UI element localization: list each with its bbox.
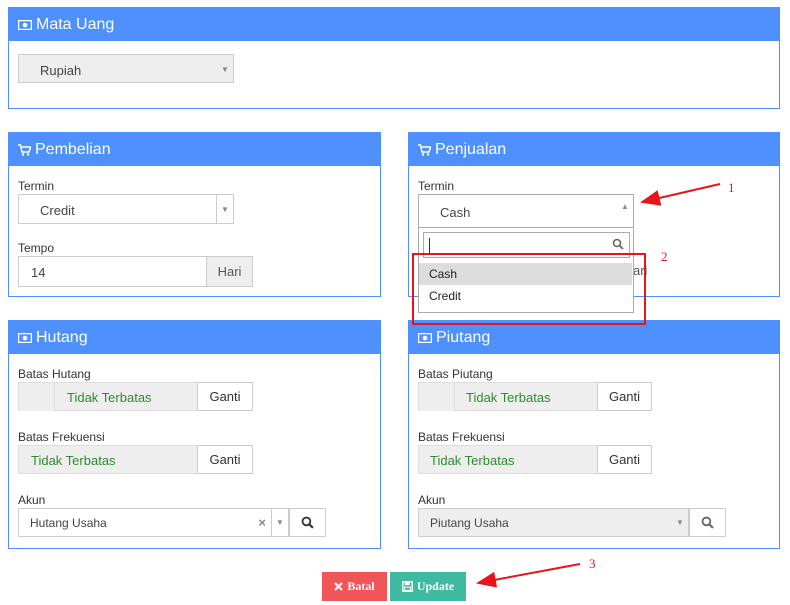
- tempo-input[interactable]: 14: [18, 256, 207, 287]
- hutang-akun-select[interactable]: Hutang Usaha × ▼: [18, 508, 289, 537]
- hutang-title: Hutang: [36, 329, 88, 346]
- batas-piutang-label: Batas Piutang: [418, 367, 493, 381]
- batal-button-label: Batal: [347, 579, 375, 593]
- clear-icon[interactable]: ×: [258, 515, 266, 530]
- chevron-down-icon: ▼: [221, 204, 229, 214]
- piutang-akun-value: Piutang Usaha: [430, 516, 509, 530]
- money-icon: [18, 332, 32, 343]
- annotation-number-3: 3: [589, 556, 596, 571]
- search-icon: [701, 516, 714, 529]
- hutang-akun-label: Akun: [18, 493, 46, 507]
- penjualan-termin-select[interactable]: Cash ▲: [418, 194, 634, 228]
- search-icon: [612, 238, 624, 253]
- pembelian-title: Pembelian: [35, 141, 111, 158]
- currency-select[interactable]: Rupiah ▼: [18, 54, 234, 83]
- annotation-arrow-3: [476, 563, 581, 588]
- piutang-frekuensi-label: Batas Frekuensi: [418, 430, 505, 444]
- hutang-frekuensi-value: Tidak Terbatas: [31, 453, 116, 468]
- text-caret: [429, 238, 430, 253]
- money-icon: [418, 332, 432, 343]
- batas-piutang-ganti-button[interactable]: Ganti: [597, 382, 652, 411]
- mata-uang-title: Mata Uang: [36, 16, 115, 33]
- chevron-down-icon: ▼: [221, 64, 229, 74]
- penjualan-termin-value: Cash: [440, 205, 471, 220]
- batas-hutang-value: Tidak Terbatas: [67, 390, 152, 405]
- money-icon: [18, 19, 32, 30]
- batas-piutang-field: Tidak Terbatas: [418, 382, 598, 411]
- batal-button[interactable]: Batal: [322, 572, 387, 601]
- piutang-akun-select[interactable]: Piutang Usaha ▼: [418, 508, 689, 537]
- penjualan-termin-label: Termin: [418, 179, 455, 193]
- hutang-frekuensi-field: Tidak Terbatas: [18, 445, 198, 474]
- piutang-akun-label: Akun: [418, 493, 446, 507]
- piutang-frekuensi-value: Tidak Terbatas: [430, 453, 515, 468]
- penjualan-header: Penjualan: [409, 133, 779, 166]
- batas-piutang-prefix: [419, 383, 455, 411]
- penjualan-title: Penjualan: [435, 141, 507, 158]
- batas-piutang-value: Tidak Terbatas: [466, 390, 551, 405]
- update-button[interactable]: Update: [390, 572, 466, 601]
- tempo-label: Tempo: [18, 241, 55, 255]
- chevron-up-icon: ▲: [621, 201, 629, 211]
- hutang-akun-search-button[interactable]: [289, 508, 326, 537]
- annotation-number-2: 2: [661, 249, 668, 264]
- tempo-unit-addon: Hari: [206, 256, 253, 287]
- update-button-label: Update: [416, 579, 455, 593]
- hutang-frekuensi-label: Batas Frekuensi: [18, 430, 105, 444]
- chevron-down-icon: ▼: [676, 517, 684, 527]
- tempo-value: 14: [31, 265, 46, 280]
- piutang-frekuensi-ganti-button[interactable]: Ganti: [597, 445, 652, 474]
- hutang-frekuensi-ganti-button[interactable]: Ganti: [197, 445, 253, 474]
- times-icon: [334, 582, 344, 591]
- hutang-akun-value: Hutang Usaha: [30, 516, 107, 530]
- piutang-frekuensi-field: Tidak Terbatas: [418, 445, 598, 474]
- cart-icon: [18, 143, 31, 156]
- save-icon: [401, 581, 413, 592]
- batas-hutang-label: Batas Hutang: [18, 367, 91, 381]
- batas-hutang-field: Tidak Terbatas: [18, 382, 198, 411]
- pembelian-termin-label: Termin: [18, 179, 55, 193]
- annotation-number-1: 1: [728, 180, 735, 195]
- piutang-header: Piutang: [409, 321, 779, 354]
- piutang-title: Piutang: [436, 329, 491, 346]
- currency-select-value: Rupiah: [40, 63, 82, 78]
- pembelian-termin-value: Credit: [40, 203, 75, 218]
- pembelian-termin-select[interactable]: Credit ▼: [18, 194, 234, 224]
- batas-hutang-prefix: [19, 383, 55, 411]
- search-icon: [301, 516, 314, 529]
- pembelian-header: Pembelian: [9, 133, 380, 166]
- piutang-akun-search-button[interactable]: [689, 508, 726, 537]
- batas-hutang-ganti-button[interactable]: Ganti: [197, 382, 253, 411]
- annotation-highlight-box: [412, 253, 646, 325]
- cart-icon: [418, 143, 431, 156]
- chevron-down-icon: ▼: [276, 517, 284, 527]
- hutang-header: Hutang: [9, 321, 380, 354]
- mata-uang-header: Mata Uang: [9, 8, 779, 41]
